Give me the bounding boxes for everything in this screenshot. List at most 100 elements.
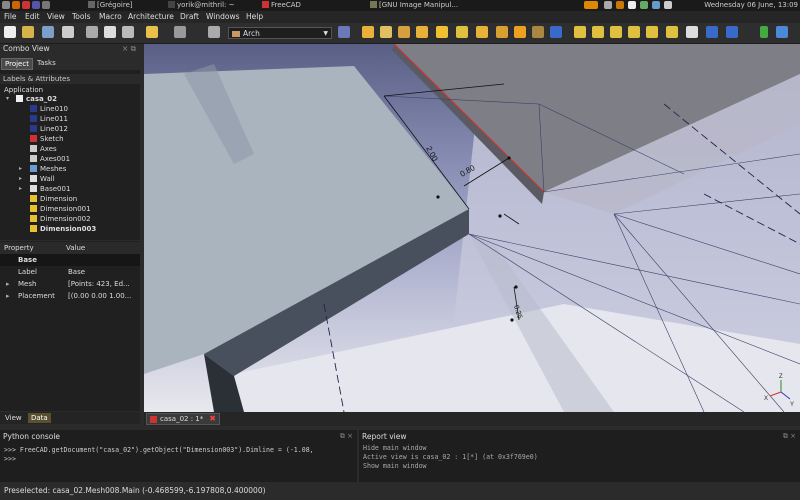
structure-icon[interactable] bbox=[380, 26, 392, 38]
console-prompt[interactable]: >>> bbox=[4, 455, 20, 464]
tree-item[interactable]: Line012 bbox=[30, 124, 68, 134]
add-icon[interactable] bbox=[514, 26, 526, 38]
tree-item-selected[interactable]: Dimension003 bbox=[30, 224, 96, 234]
tab-project[interactable]: Project bbox=[1, 58, 33, 70]
tab-data[interactable]: Data bbox=[28, 413, 51, 423]
building-icon[interactable] bbox=[416, 26, 428, 38]
tray-icon[interactable] bbox=[628, 1, 636, 9]
menu-help[interactable]: Help bbox=[246, 12, 263, 22]
save-icon[interactable] bbox=[42, 26, 54, 38]
line-icon[interactable] bbox=[574, 26, 586, 38]
tray-icon[interactable] bbox=[616, 1, 624, 9]
tree-item[interactable]: Dimension002 bbox=[30, 214, 91, 224]
close-icon[interactable]: ⧉ × bbox=[340, 432, 353, 441]
menu-draft[interactable]: Draft bbox=[180, 12, 199, 22]
draft-snap-icon[interactable] bbox=[776, 26, 788, 38]
3d-scene[interactable]: 2.00 0.80 0.25 Z X Y bbox=[144, 44, 800, 412]
new-document-icon[interactable] bbox=[4, 26, 16, 38]
floor-icon[interactable] bbox=[398, 26, 410, 38]
expand-icon[interactable]: ▸ bbox=[19, 164, 22, 174]
paste-icon[interactable] bbox=[122, 26, 134, 38]
expand-icon[interactable]: ▸ bbox=[19, 184, 22, 194]
task-item[interactable]: FreeCAD bbox=[262, 1, 358, 10]
wall-icon[interactable] bbox=[362, 26, 374, 38]
clock[interactable]: Wednesday 06 June, 13:09 bbox=[704, 1, 798, 10]
task-item[interactable]: [Grégoire] bbox=[88, 1, 168, 10]
property-row[interactable]: ▸ Placement [(0.00 0.00 1.00... bbox=[0, 290, 140, 302]
task-item[interactable]: yorik@mithril: ~ bbox=[168, 1, 258, 10]
close-icon[interactable]: ⧉ × bbox=[783, 432, 796, 441]
tree-item[interactable]: Line010 bbox=[30, 104, 68, 114]
text-icon[interactable] bbox=[686, 26, 698, 38]
expand-icon[interactable]: ▸ bbox=[6, 278, 10, 290]
menu-tools[interactable]: Tools bbox=[72, 12, 90, 22]
document-tab[interactable]: casa_02 : 1* ✖ bbox=[146, 413, 220, 425]
expand-icon[interactable]: ▸ bbox=[6, 290, 10, 302]
launcher-icon[interactable] bbox=[42, 1, 50, 9]
tree-item[interactable]: Meshes bbox=[30, 164, 66, 174]
copy-icon[interactable] bbox=[104, 26, 116, 38]
3d-viewport[interactable]: 2.00 0.80 0.25 Z X Y bbox=[144, 44, 800, 412]
menu-file[interactable]: File bbox=[4, 12, 17, 22]
whats-this-icon[interactable] bbox=[338, 26, 350, 38]
polygon-icon[interactable] bbox=[628, 26, 640, 38]
axes-icon[interactable] bbox=[496, 26, 508, 38]
tree-item[interactable]: Sketch bbox=[30, 134, 64, 144]
freecad-launcher-icon[interactable] bbox=[22, 1, 30, 9]
tab-view[interactable]: View bbox=[2, 413, 25, 423]
window-icon[interactable] bbox=[456, 26, 468, 38]
refresh-icon[interactable] bbox=[208, 26, 220, 38]
property-value[interactable]: Base bbox=[68, 266, 85, 278]
property-value[interactable]: [(0.00 0.00 1.00... bbox=[68, 290, 131, 302]
site-icon[interactable] bbox=[436, 26, 448, 38]
rotate-icon[interactable] bbox=[726, 26, 738, 38]
tray-icon[interactable] bbox=[640, 1, 648, 9]
tab-tasks[interactable]: Tasks bbox=[34, 58, 59, 68]
property-group[interactable]: Base bbox=[0, 254, 140, 266]
menu-edit[interactable]: Edit bbox=[25, 12, 40, 22]
open-folder-icon[interactable] bbox=[22, 26, 34, 38]
report-view[interactable]: Report view ⧉ × Hide main window Active … bbox=[359, 430, 800, 482]
redo-icon[interactable] bbox=[174, 26, 186, 38]
split-mesh-icon[interactable] bbox=[550, 26, 562, 38]
print-icon[interactable] bbox=[62, 26, 74, 38]
volume-icon[interactable] bbox=[664, 1, 672, 9]
tree-item[interactable]: Axes bbox=[30, 144, 57, 154]
firefox-icon[interactable] bbox=[12, 1, 20, 9]
wire-icon[interactable] bbox=[592, 26, 604, 38]
undo-icon[interactable] bbox=[146, 26, 158, 38]
tray-icon[interactable] bbox=[652, 1, 660, 9]
expand-icon[interactable]: ▸ bbox=[19, 174, 22, 184]
tray-icon[interactable] bbox=[604, 1, 612, 9]
menu-macro[interactable]: Macro bbox=[99, 12, 122, 22]
close-icon[interactable]: × ⧉ bbox=[122, 44, 136, 54]
workbench-selector[interactable]: Arch ▼ bbox=[228, 27, 332, 39]
python-console[interactable]: Python console ⧉ × >>> FreeCAD.getDocume… bbox=[0, 430, 357, 482]
section-plane-icon[interactable] bbox=[476, 26, 488, 38]
property-row[interactable]: Label Base bbox=[0, 266, 140, 278]
tree-item[interactable]: Axes001 bbox=[30, 154, 70, 164]
task-item[interactable]: [GNU Image Manipul... bbox=[370, 1, 466, 10]
remove-icon[interactable] bbox=[532, 26, 544, 38]
launcher-icon[interactable] bbox=[32, 1, 40, 9]
menu-view[interactable]: View bbox=[47, 12, 65, 22]
tree-item[interactable]: Dimension bbox=[30, 194, 77, 204]
property-row[interactable]: ▸ Mesh [Points: 423, Ed... bbox=[0, 278, 140, 290]
collapse-icon[interactable]: ▾ bbox=[6, 94, 9, 104]
tree-item[interactable]: Dimension001 bbox=[30, 204, 91, 214]
tree-item[interactable]: Base001 bbox=[30, 184, 70, 194]
toolbar-toggle-icon[interactable] bbox=[760, 26, 768, 38]
menu-windows[interactable]: Windows bbox=[206, 12, 239, 22]
menu-architecture[interactable]: Architecture bbox=[128, 12, 174, 22]
tree-document[interactable]: casa_02 bbox=[16, 94, 57, 104]
app-menu-icon[interactable] bbox=[2, 1, 10, 9]
close-icon[interactable]: ✖ bbox=[209, 414, 216, 424]
tree-item[interactable]: Wall bbox=[30, 174, 55, 184]
arc-icon[interactable] bbox=[646, 26, 658, 38]
rectangle-icon[interactable] bbox=[610, 26, 622, 38]
cut-icon[interactable] bbox=[86, 26, 98, 38]
tree-item[interactable]: Line011 bbox=[30, 114, 68, 124]
move-icon[interactable] bbox=[706, 26, 718, 38]
property-value[interactable]: [Points: 423, Ed... bbox=[68, 278, 130, 290]
circle-icon[interactable] bbox=[666, 26, 678, 38]
